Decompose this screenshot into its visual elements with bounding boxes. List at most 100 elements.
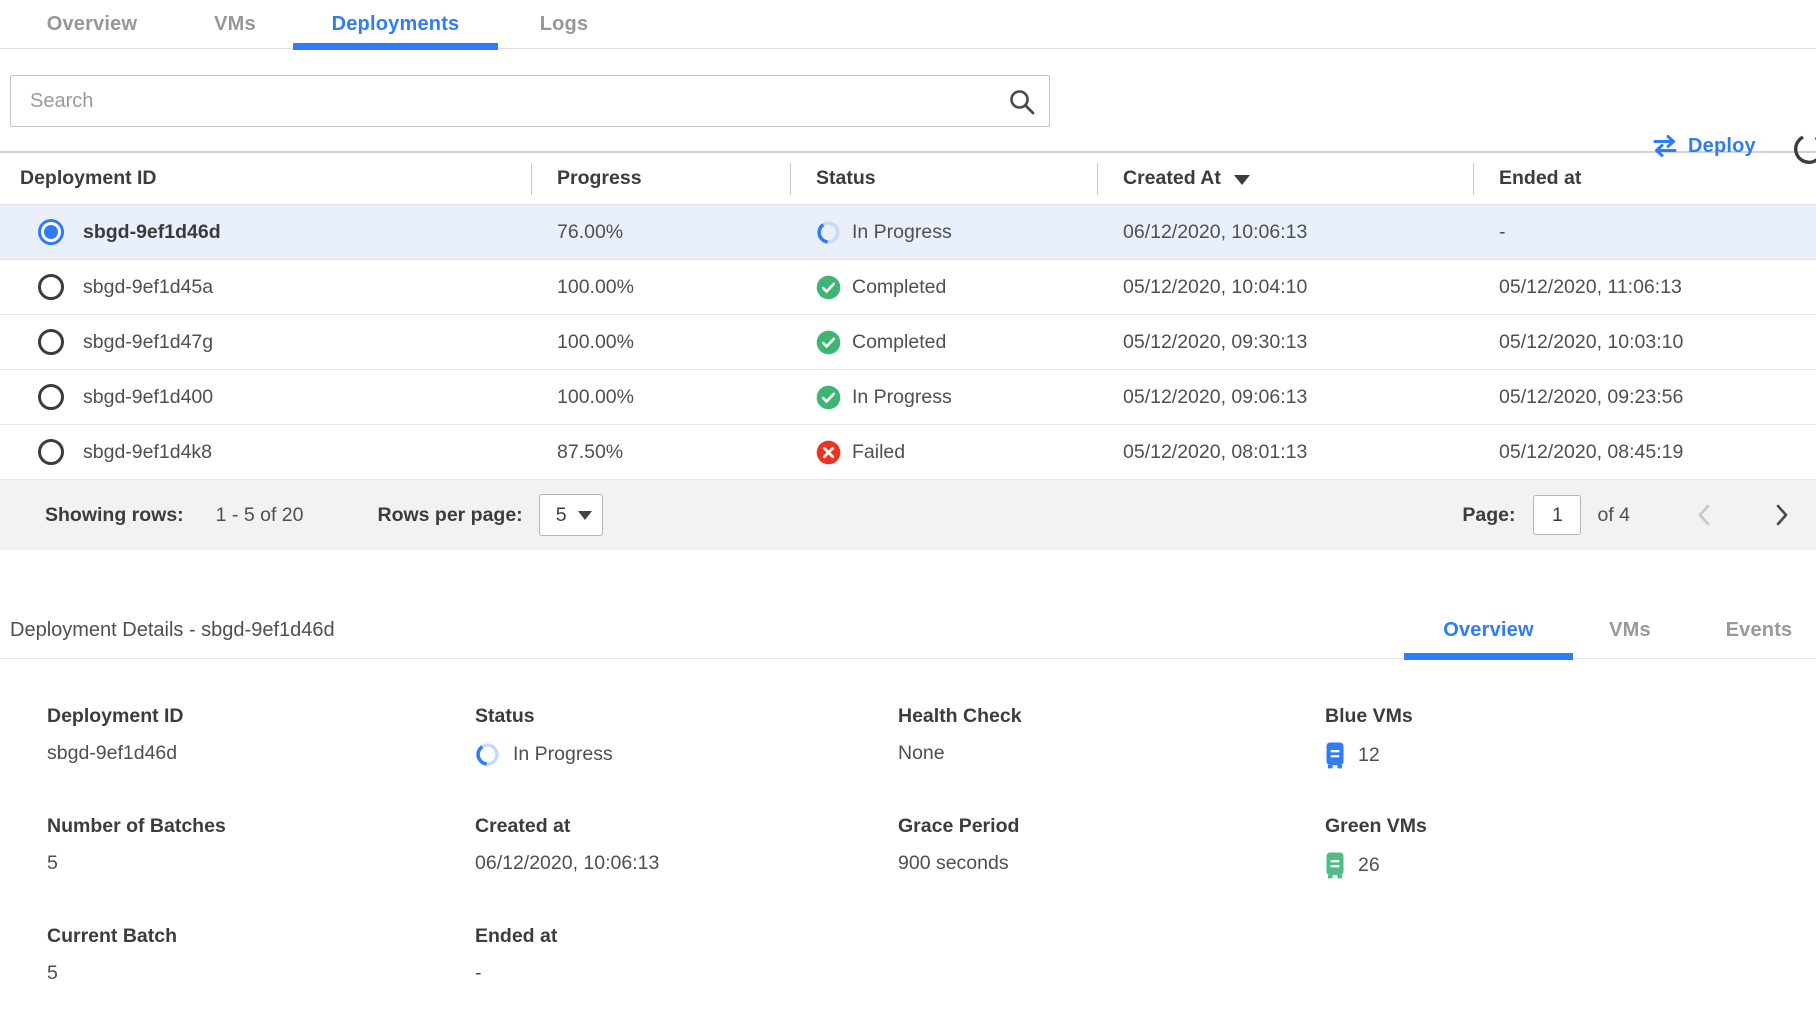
deployment-id: sbgd-9ef1d47g: [83, 331, 213, 354]
showing-rows-value: 1 - 5 of 20: [216, 504, 304, 527]
next-page-button[interactable]: [1770, 503, 1794, 527]
detail-value: None: [898, 742, 945, 765]
col-created-at[interactable]: Created At: [1097, 167, 1473, 190]
deployment-id: sbgd-9ef1d4k8: [83, 441, 212, 464]
row-radio-button[interactable]: [38, 439, 64, 465]
ended-at-value: 05/12/2020, 11:06:13: [1473, 276, 1816, 299]
detail-field: Ended at: [475, 925, 898, 987]
completed-check-icon: [816, 330, 841, 355]
detail-label: Blue VMs: [1325, 705, 1816, 728]
tab-vms[interactable]: VMs: [215, 0, 255, 48]
page-input[interactable]: [1533, 495, 1581, 535]
detail-value: sbgd-9ef1d46d: [47, 742, 177, 765]
failed-x-icon: [816, 440, 841, 465]
table-row[interactable]: sbgd-9ef1d45a 100.00%: [0, 260, 1816, 315]
detail-label: Green VMs: [1325, 815, 1816, 838]
tab-deployments[interactable]: Deployments: [293, 0, 498, 48]
table-footer: Showing rows: 1 - 5 of 20 Rows per page:…: [0, 480, 1816, 550]
completed-check-icon: [816, 385, 841, 410]
detail-field: Blue VMs: [1325, 705, 1816, 767]
search-icon: [1008, 88, 1036, 116]
detail-field: Current Batch: [47, 925, 475, 987]
table-header: Deployment ID Progress Status Created At…: [0, 151, 1816, 205]
row-radio-button[interactable]: [38, 274, 64, 300]
deployments-page: { "colors":{"accent":"#2E7DF6","green":"…: [0, 0, 1816, 992]
col-deployment-id: Deployment ID: [0, 167, 531, 190]
status-label: Completed: [852, 331, 946, 354]
row-radio-button[interactable]: [38, 384, 64, 410]
created-at-value: 05/12/2020, 10:04:10: [1097, 276, 1473, 299]
blue-vm-icon: [1325, 742, 1345, 769]
page-label: Page:: [1462, 504, 1515, 527]
ended-at-value: 05/12/2020, 09:23:56: [1473, 386, 1816, 409]
row-radio-button[interactable]: [38, 219, 64, 245]
status-label: Failed: [852, 441, 905, 464]
rows-per-page-label: Rows per page:: [377, 504, 522, 527]
completed-check-icon: [816, 275, 841, 300]
tab-logs[interactable]: Logs: [536, 0, 592, 48]
progress-value: 100.00%: [531, 331, 790, 354]
detail-label: Number of Batches: [47, 815, 475, 838]
detail-value: In Progress: [513, 743, 613, 766]
detail-field: Green VMs: [1325, 815, 1816, 877]
detail-label: Status: [475, 705, 898, 728]
details-grid: Deployment ID: [0, 659, 1816, 1035]
status-label: Completed: [852, 276, 946, 299]
prev-page-button[interactable]: [1694, 503, 1718, 527]
detail-label: Current Batch: [47, 925, 475, 948]
details-tab-vms[interactable]: VMs: [1590, 602, 1670, 658]
detail-label: Health Check: [898, 705, 1325, 728]
progress-value: 100.00%: [531, 386, 790, 409]
search-input[interactable]: [11, 90, 1049, 113]
detail-field: Created at: [475, 815, 898, 877]
tab-overview[interactable]: Overview: [45, 0, 139, 48]
ended-at-value: -: [1473, 221, 1816, 244]
detail-field: Status: [475, 705, 898, 767]
deployment-id: sbgd-9ef1d45a: [83, 276, 213, 299]
detail-value: 900 seconds: [898, 852, 1009, 875]
page-total: of 4: [1597, 504, 1630, 527]
progress-value: 100.00%: [531, 276, 790, 299]
col-progress: Progress: [531, 167, 790, 190]
progress-value: 87.50%: [531, 441, 790, 464]
detail-value: 06/12/2020, 10:06:13: [475, 852, 659, 875]
table-row[interactable]: sbgd-9ef1d4k8 87.50%: [0, 425, 1816, 480]
table-row[interactable]: sbgd-9ef1d400 100.00%: [0, 370, 1816, 425]
chevron-down-icon: [578, 511, 592, 520]
detail-label: Ended at: [475, 925, 898, 948]
detail-field: Number of Batches: [47, 815, 475, 877]
ended-at-value: 05/12/2020, 08:45:19: [1473, 441, 1816, 464]
details-title: Deployment Details - sbgd-9ef1d46d: [10, 602, 335, 658]
search-box: [10, 75, 1050, 127]
deploy-label: Deploy: [1688, 135, 1756, 158]
created-at-value: 06/12/2020, 10:06:13: [1097, 221, 1473, 244]
rows-per-page-select[interactable]: 5: [539, 494, 603, 536]
details-tab-overview[interactable]: Overview: [1404, 602, 1573, 658]
detail-field: Grace Period: [898, 815, 1325, 877]
green-vm-icon: [1325, 852, 1345, 879]
created-at-value: 05/12/2020, 08:01:13: [1097, 441, 1473, 464]
created-at-value: 05/12/2020, 09:06:13: [1097, 386, 1473, 409]
refresh-icon[interactable]: [1792, 132, 1816, 166]
swap-arrows-icon: [1652, 134, 1678, 158]
detail-label: Deployment ID: [47, 705, 475, 728]
deploy-button[interactable]: Deploy: [1652, 134, 1756, 158]
showing-rows-label: Showing rows:: [45, 504, 184, 527]
detail-value: 12: [1358, 744, 1380, 767]
detail-value: 26: [1358, 854, 1380, 877]
detail-field: Deployment ID: [47, 705, 475, 767]
status-label: In Progress: [852, 386, 952, 409]
table-body: sbgd-9ef1d46d 76.00%: [0, 205, 1816, 480]
progress-value: 76.00%: [531, 221, 790, 244]
deployment-id: sbgd-9ef1d46d: [83, 221, 221, 244]
detail-label: Grace Period: [898, 815, 1325, 838]
table-row[interactable]: sbgd-9ef1d47g 100.00%: [0, 315, 1816, 370]
details-tab-events[interactable]: Events: [1700, 602, 1816, 658]
detail-value: -: [475, 962, 482, 985]
main-tab-bar: Overview VMs Deployments Logs: [0, 0, 1816, 49]
toolbar: Deploy: [0, 49, 1816, 151]
ended-at-value: 05/12/2020, 10:03:10: [1473, 331, 1816, 354]
table-row[interactable]: sbgd-9ef1d46d 76.00%: [0, 205, 1816, 260]
row-radio-button[interactable]: [38, 329, 64, 355]
in-progress-spinner-icon: [475, 742, 500, 767]
